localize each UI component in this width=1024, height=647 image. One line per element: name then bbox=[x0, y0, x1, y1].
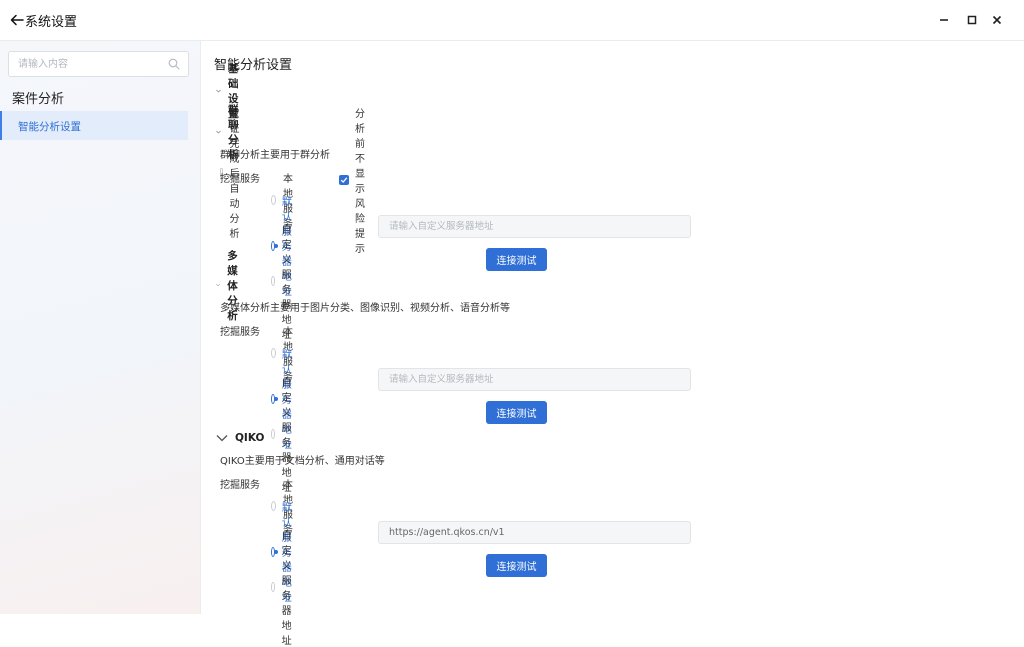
main-content: 智能分析设置 基础设置 取证完成后自动分析 分析前不显示风险提示 群聊分析 群聊… bbox=[201, 41, 1024, 647]
section-header[interactable]: 群聊分析 bbox=[216, 104, 246, 161]
maximize-icon bbox=[967, 15, 977, 25]
section-description: 多媒体分析主要用于图片分类、图像识别、视频分析、语音分析等 bbox=[220, 303, 510, 314]
maximize-button[interactable] bbox=[963, 11, 981, 29]
hide-risk-warning-checkbox[interactable]: 分析前不显示风险提示 bbox=[339, 105, 365, 255]
minimize-button[interactable] bbox=[935, 11, 953, 29]
section-description: QIKO主要用于文档分析、通用对话等 bbox=[220, 456, 385, 467]
page-title: 智能分析设置 bbox=[214, 58, 293, 73]
section-title: QIKO bbox=[235, 432, 265, 444]
sidebar-item-label: 智能分析设置 bbox=[18, 121, 81, 133]
back-button[interactable]: 系统设置 bbox=[10, 10, 77, 30]
chevron-down-icon bbox=[216, 435, 228, 442]
minimize-icon bbox=[940, 19, 948, 21]
service-label: 挖掘服务 bbox=[220, 480, 260, 491]
radio-custom-server[interactable]: 自定义服务器地址 bbox=[271, 527, 298, 647]
connection-test-button[interactable]: 连接测试 bbox=[486, 248, 547, 271]
radio-dot bbox=[271, 429, 275, 439]
service-label: 挖掘服务 bbox=[220, 327, 260, 338]
search-input[interactable] bbox=[18, 56, 158, 72]
check-icon bbox=[340, 177, 348, 183]
radio-dot bbox=[271, 276, 275, 286]
custom-server-url-input[interactable] bbox=[378, 368, 691, 391]
search-icon[interactable] bbox=[168, 58, 180, 70]
close-button[interactable] bbox=[988, 11, 1006, 29]
service-label: 挖掘服务 bbox=[220, 174, 260, 185]
connection-test-button[interactable]: 连接测试 bbox=[486, 401, 547, 424]
chevron-down-icon bbox=[216, 130, 221, 134]
radio-label: 自定义服务器地址 bbox=[281, 531, 292, 647]
section-header[interactable]: QIKO bbox=[216, 430, 264, 446]
custom-server-url-input[interactable] bbox=[378, 215, 691, 238]
custom-server-url-input[interactable] bbox=[378, 521, 691, 544]
checkbox-label: 分析前不显示风险提示 bbox=[355, 109, 365, 255]
sidebar-search bbox=[8, 51, 189, 77]
radio-dot bbox=[271, 582, 275, 592]
window-title: 系统设置 bbox=[25, 14, 78, 30]
arrow-left-icon bbox=[10, 14, 24, 26]
title-bar: 系统设置 bbox=[0, 0, 1024, 41]
chevron-down-icon bbox=[216, 283, 220, 287]
basic-settings-header[interactable]: 基础设置 bbox=[216, 63, 246, 120]
sidebar-item-smart-analysis-settings[interactable]: 智能分析设置 bbox=[0, 111, 188, 140]
settings-window: 系统设置 案件分析 智能分析设置 智能分析设置 bbox=[0, 0, 1024, 647]
chevron-down-icon bbox=[216, 89, 221, 93]
section-description: 群聊分析主要用于群分析 bbox=[220, 150, 330, 161]
connection-test-button[interactable]: 连接测试 bbox=[486, 554, 547, 577]
close-icon bbox=[992, 15, 1002, 25]
sidebar: 案件分析 智能分析设置 bbox=[0, 41, 201, 614]
sidebar-section-title: 案件分析 bbox=[12, 92, 65, 107]
section-header[interactable]: 多媒体分析 bbox=[216, 250, 246, 322]
checkbox-box bbox=[339, 175, 349, 185]
